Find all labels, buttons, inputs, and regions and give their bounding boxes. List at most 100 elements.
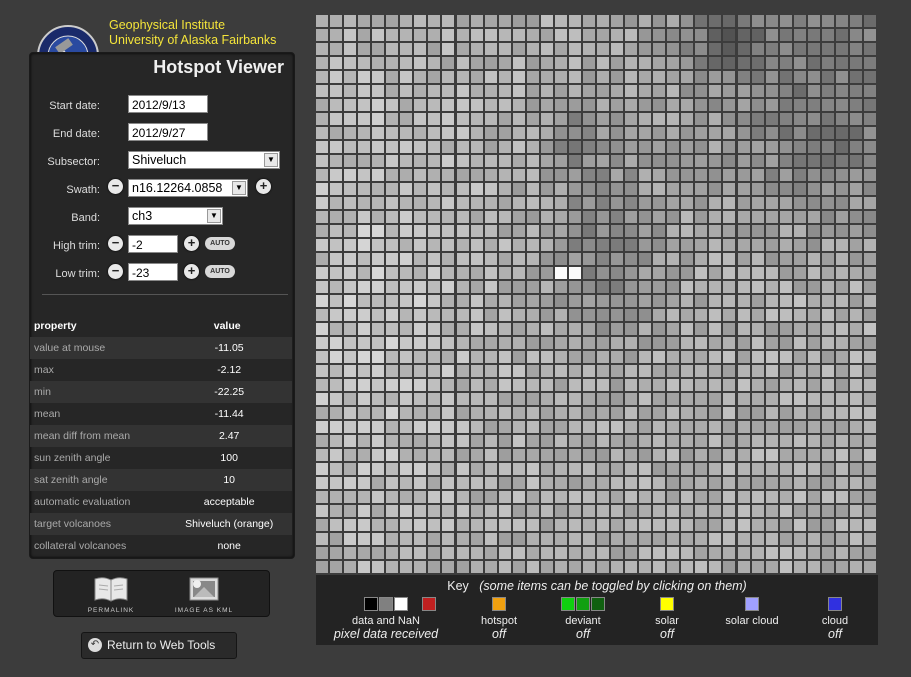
high-trim-input[interactable]: -2 [128,235,178,253]
pixel-cell [807,491,820,503]
pixel-cell [540,239,553,251]
pixel-cell [372,85,385,97]
property-value: 10 [166,469,292,491]
pixel-cell [512,155,525,167]
pixel-cell [540,477,553,489]
subsector-select[interactable]: Shiveluch ▼ [128,151,280,169]
pixel-cell [428,435,441,447]
pixel-cell [428,99,441,111]
pixel-cell [821,127,834,139]
high-trim-minus-button[interactable]: − [108,236,123,251]
pixel-cell [484,351,497,363]
pixel-cell [456,463,469,475]
pixel-cell [540,393,553,405]
pixel-cell [512,57,525,69]
pixel-cell [372,99,385,111]
pixel-cell [470,169,483,181]
pixel-cell [470,547,483,559]
low-trim-input[interactable]: -23 [128,263,178,281]
pixel-cell [386,351,399,363]
pixel-cell [821,519,834,531]
pixel-cell [484,295,497,307]
swath-prev-button[interactable]: − [108,179,123,194]
pixel-cell [330,533,343,545]
pixel-cell [456,505,469,517]
pixel-cell [737,127,750,139]
pixel-cell [568,519,581,531]
pixel-cell [414,239,427,251]
start-date-input[interactable]: 2012/9/13 [128,95,208,113]
pixel-cell [667,169,680,181]
pixel-cell [526,505,539,517]
pixel-cell [597,29,610,41]
pixel-cell [414,407,427,419]
pixel-cell [470,323,483,335]
pixel-cell [639,183,652,195]
swath-next-button[interactable]: + [256,179,271,194]
band-select[interactable]: ch3 ▼ [128,207,223,225]
pixel-cell [737,463,750,475]
pixel-cell [316,85,329,97]
pixel-cell [554,155,567,167]
pixel-cell [639,295,652,307]
pixel-cell [793,519,806,531]
pixel-cell [512,197,525,209]
pixel-cell [597,365,610,377]
swath-select[interactable]: n16.12264.0858 ▼ [128,179,248,197]
pixel-cell [540,113,553,125]
pixel-cell [554,71,567,83]
pixel-cell [400,365,413,377]
pixel-cell [414,449,427,461]
pixel-cell [667,197,680,209]
pixel-cell [835,561,848,573]
pixel-cell [681,29,694,41]
pixel-cell [765,155,778,167]
return-to-web-tools-button[interactable]: ↶ Return to Web Tools [81,632,237,659]
pixel-cell [765,477,778,489]
pixel-cell [540,449,553,461]
pixel-cell [625,141,638,153]
pixel-cell [470,477,483,489]
pixel-cell [737,197,750,209]
high-trim-auto-button[interactable]: AUTO [205,237,235,250]
image-as-kml-button[interactable]: IMAGE AS KML [169,575,239,615]
pixel-cell [625,281,638,293]
pixel-cell [372,477,385,489]
key-swatch [492,597,506,611]
pixel-cell [835,281,848,293]
pixel-cell [611,225,624,237]
end-date-input[interactable]: 2012/9/27 [128,123,208,141]
pixel-cell [639,505,652,517]
pixel-cell [709,295,722,307]
pixel-cell [667,99,680,111]
pixel-cell [400,197,413,209]
permalink-button[interactable]: PERMALINK [76,575,146,615]
low-trim-minus-button[interactable]: − [108,264,123,279]
pixel-cell [372,561,385,573]
pixel-cell [639,393,652,405]
key-item[interactable]: cloud off [775,597,895,641]
pixel-cell [428,225,441,237]
pixel-cell [723,169,736,181]
pixel-cell [709,239,722,251]
pixel-cell [709,421,722,433]
pixel-cell [414,295,427,307]
pixel-cell [863,239,876,251]
pixel-cell [414,561,427,573]
pixel-cell [681,505,694,517]
pixel-cell [526,225,539,237]
high-trim-plus-button[interactable]: + [184,236,199,251]
pixel-cell [414,533,427,545]
pixel-cell [442,547,455,559]
property-name: mean [34,408,61,420]
pixel-cell [526,141,539,153]
pixel-cell [400,505,413,517]
pixel-cell [653,379,666,391]
low-trim-plus-button[interactable]: + [184,264,199,279]
low-trim-auto-button[interactable]: AUTO [205,265,235,278]
pixel-cell [428,155,441,167]
pixel-cell [765,533,778,545]
pixel-cell [554,337,567,349]
pixel-grid[interactable] [316,15,878,575]
pixel-cell [498,141,511,153]
